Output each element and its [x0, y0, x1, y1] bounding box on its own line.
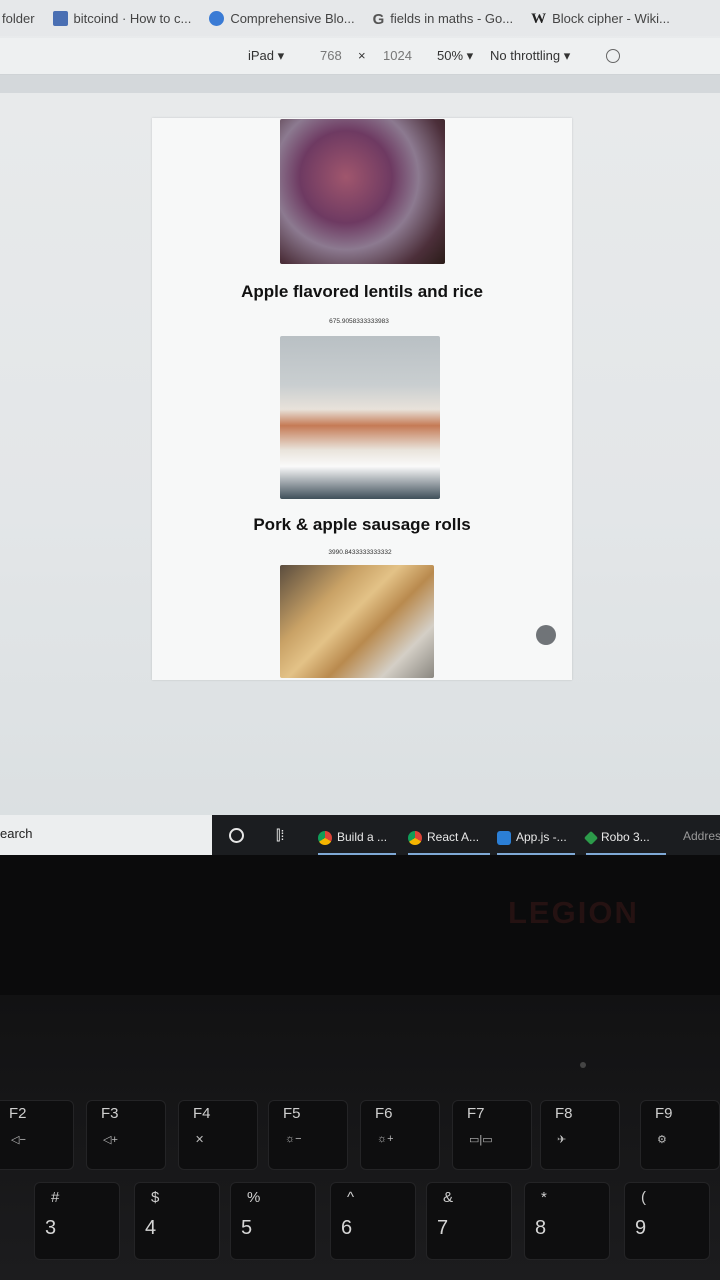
wikipedia-icon: W	[531, 10, 547, 27]
monitor-screen: folder bitcoind · How to c... Comprehens…	[0, 0, 720, 855]
device-toolbar: iPad ▾ 768 × 1024 50% ▾ No throttling ▾	[0, 38, 720, 75]
taskbar-chrome-react[interactable]: React A...	[408, 815, 490, 855]
function-key[interactable]: F4 ✕	[178, 1100, 258, 1170]
number-key[interactable]: % 5	[230, 1182, 316, 1260]
recipe-title: Pork & apple sausage rolls	[253, 515, 471, 534]
bookmark-favicon	[209, 10, 225, 26]
dimension-separator: ×	[358, 48, 366, 63]
number-key[interactable]: * 8	[524, 1182, 610, 1260]
robo3t-icon	[583, 830, 599, 845]
emulated-viewport: Apple flavored lentils and rice 675.9058…	[152, 118, 572, 680]
taskbar-search-input[interactable]: earch	[0, 815, 212, 855]
throttling-select[interactable]: No throttling ▾	[490, 48, 570, 64]
number-key[interactable]: #3	[34, 1182, 120, 1260]
chrome-icon	[318, 830, 332, 845]
device-select[interactable]: iPad ▾	[248, 48, 284, 64]
taskbar-vscode[interactable]: App.js -...	[497, 815, 575, 855]
address-toolbar[interactable]: Addres	[683, 829, 720, 843]
bookmarks-bar: folder bitcoind · How to c... Comprehens…	[0, 0, 720, 36]
function-key[interactable]: F2 ◁−	[0, 1100, 74, 1170]
recipe-price: 675.9058333333983	[329, 318, 389, 325]
function-key[interactable]: F6 ☼+	[360, 1100, 440, 1170]
chrome-icon	[408, 830, 422, 845]
rotate-icon[interactable]	[606, 49, 620, 63]
bookmark-folder[interactable]: folder	[2, 11, 35, 26]
viewport-width-input[interactable]: 768	[320, 48, 342, 63]
bookmark-google-fields[interactable]: Gfields in maths - Go...	[372, 10, 514, 28]
number-key[interactable]: ^ 6	[330, 1182, 416, 1260]
recipe-image	[280, 565, 434, 678]
taskbar-robo3t[interactable]: Robo 3...	[583, 815, 666, 855]
taskbar-chrome-build[interactable]: Build a ...	[318, 815, 396, 855]
zoom-select[interactable]: 50% ▾	[437, 48, 473, 64]
recipe-title: Apple flavored lentils and rice	[241, 282, 483, 301]
viewport-height-input[interactable]: 1024	[383, 48, 412, 63]
windows-taskbar: earch ⫿⁞ Build a ... React A... App.js -…	[0, 815, 720, 855]
number-key[interactable]: & 7	[426, 1182, 512, 1260]
touch-cursor-icon	[536, 625, 556, 645]
bookmark-comprehensive[interactable]: Comprehensive Blo...	[209, 10, 355, 26]
function-key[interactable]: F5 ☼−	[268, 1100, 348, 1170]
recipe-image	[280, 119, 445, 264]
cortana-icon[interactable]	[229, 828, 244, 843]
function-key[interactable]: F9 ⚙	[640, 1100, 720, 1170]
camera-icon	[580, 1062, 586, 1068]
function-key[interactable]: F8 ✈	[540, 1100, 620, 1170]
bookmark-wikipedia[interactable]: W Block cipher - Wiki...	[531, 10, 670, 27]
bookmark-favicon	[52, 10, 68, 26]
bookmark-bitcoind[interactable]: bitcoind · How to c...	[52, 10, 191, 26]
recipe-price: 3990.8433333333332	[328, 549, 392, 556]
google-icon: G	[372, 10, 385, 28]
brand-logo: LEGION	[508, 895, 639, 930]
recipe-image	[280, 336, 440, 499]
number-key[interactable]: (9	[624, 1182, 710, 1260]
vscode-icon	[497, 830, 511, 845]
viewport-ruler	[0, 75, 720, 93]
number-key[interactable]: $4	[134, 1182, 220, 1260]
task-view-icon[interactable]: ⫿⁞	[276, 827, 284, 844]
function-key[interactable]: F3 ◁+	[86, 1100, 166, 1170]
function-key[interactable]: F7 ▭|▭	[452, 1100, 532, 1170]
